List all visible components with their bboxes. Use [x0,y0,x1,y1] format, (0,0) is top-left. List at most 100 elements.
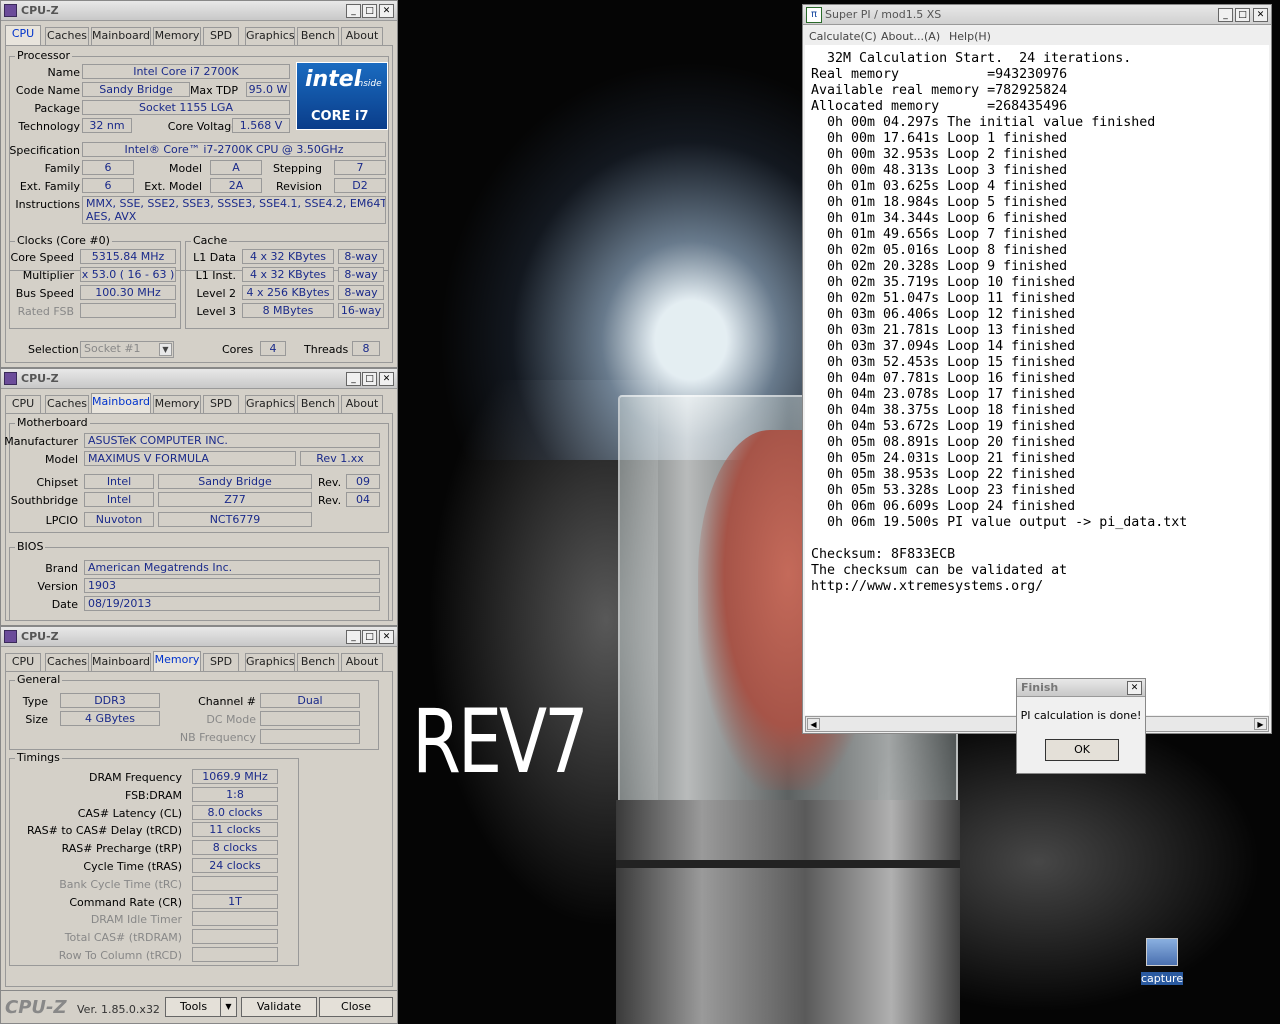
tab-caches[interactable]: Caches [45,27,89,45]
desktop-icon-capture[interactable]: capture [1141,938,1183,988]
tab-about[interactable]: About [341,653,383,671]
label: Cores [222,343,254,356]
output-line: http://www.xtremesystems.org/ [811,579,1044,594]
label: Revision [276,180,322,193]
tab-about[interactable]: About [341,395,383,413]
tab-graphics[interactable]: Graphics [245,653,295,671]
tab-spd[interactable]: SPD [203,395,239,413]
tools-button[interactable]: Tools ▼ [165,997,237,1017]
window-title: CPU-Z [21,372,59,385]
minimize-icon[interactable]: _ [346,4,361,18]
tab-mainboard[interactable]: Mainboard [91,653,151,671]
menu-help[interactable]: Help(H) [949,30,991,43]
maximize-icon[interactable]: □ [362,630,377,644]
timing-value [192,911,278,927]
level3-way: 16-way [338,303,384,318]
window-title: Super PI / mod1.5 XS [825,8,942,21]
title-bar[interactable]: CPU-Z _ □ ✕ [1,627,397,647]
cpuz-logo: CPU-Z [5,997,67,1018]
cores-value: 4 [260,341,286,356]
minimize-icon[interactable]: _ [346,372,361,386]
wallpaper-cylinder [616,800,960,1024]
minimize-icon[interactable]: _ [346,630,361,644]
timing-value: 24 clocks [192,858,278,873]
core-speed-value: 5315.84 MHz [80,249,176,264]
title-bar[interactable]: CPU-Z _ □ ✕ [1,369,397,389]
tab-cpu[interactable]: CPU [5,395,41,413]
timing-label: DRAM Idle Timer [90,913,182,927]
maximize-icon[interactable]: □ [1235,8,1250,22]
group-title: BIOS [15,540,46,553]
output-line: 0h 06m 19.500s PI value output -> pi_dat… [811,515,1188,530]
multiplier-value: x 53.0 ( 16 - 63 ) [80,267,176,282]
core-i7-text: CORE i7 [311,109,369,124]
tab-bench[interactable]: Bench [297,27,339,45]
chevron-down-icon[interactable]: ▼ [220,998,236,1016]
close-icon[interactable]: ✕ [1127,681,1142,695]
tab-bench[interactable]: Bench [297,395,339,413]
menu-about[interactable]: About...(A) [881,30,940,43]
ok-button[interactable]: OK [1045,739,1119,761]
bus-speed-value: 100.30 MHz [80,285,176,300]
tab-memory[interactable]: Memory [153,651,201,672]
tab-memory[interactable]: Memory [153,27,201,45]
max-tdp-value: 95.0 W [246,82,290,97]
tab-graphics[interactable]: Graphics [245,27,295,45]
title-bar[interactable]: CPU-Z _ □ ✕ [1,1,397,21]
level3-value: 8 MBytes [242,303,334,318]
cpuz-cpu-window: CPU-Z _ □ ✕ CPU Caches Mainboard Memory … [0,0,398,368]
tab-mainboard[interactable]: Mainboard [91,393,151,414]
specification-value: Intel® Core™ i7-2700K CPU @ 3.50GHz [82,142,386,157]
cpuz-app-icon [4,372,17,385]
chevron-down-icon[interactable]: ▼ [159,343,172,356]
maximize-icon[interactable]: □ [362,372,377,386]
tab-graphics[interactable]: Graphics [245,395,295,413]
close-icon[interactable]: ✕ [379,630,394,644]
label: L1 Inst. [195,269,236,282]
label: Manufacturer [4,435,78,448]
motherboard-group: Motherboard Manufacturer ASUSTeK COMPUTE… [4,416,389,533]
memory-panel: General Type DDR3 Channel # Dual Size 4 … [5,671,393,987]
label: Stepping [272,162,322,175]
tab-bench[interactable]: Bench [297,653,339,671]
l1-data-value: 4 x 32 KBytes [242,249,334,264]
timing-value: 1T [192,893,278,909]
tab-about[interactable]: About [341,27,383,45]
tab-cpu[interactable]: CPU [5,25,41,46]
close-icon[interactable]: ✕ [1253,8,1268,22]
group-title: Processor [15,49,72,62]
timing-label: Total CAS# (tRDRAM) [64,931,182,945]
title-bar[interactable]: Finish ✕ [1017,679,1145,697]
tab-caches[interactable]: Caches [45,653,89,671]
timing-value [192,875,278,891]
output-line: 0h 05m 08.891s Loop 20 finished [811,435,1076,450]
validate-button[interactable]: Validate [241,997,317,1017]
timing-value: 1069.9 MHz [192,769,278,784]
superpi-output[interactable]: 32M Calculation Start. 24 iterations. Rea… [805,45,1269,715]
maximize-icon[interactable]: □ [362,4,377,18]
tab-spd[interactable]: SPD [203,653,239,671]
superpi-app-icon: π [806,7,822,23]
output-line: 0h 04m 53.672s Loop 19 finished [811,419,1076,434]
minimize-icon[interactable]: _ [1218,8,1233,22]
tab-memory[interactable]: Memory [153,395,201,413]
title-bar[interactable]: π Super PI / mod1.5 XS _ □ ✕ [803,5,1271,25]
close-icon[interactable]: ✕ [379,4,394,18]
label: Selection [28,343,79,356]
scroll-right-icon[interactable]: ▶ [1254,718,1267,730]
tab-mainboard[interactable]: Mainboard [91,27,151,45]
timing-label: Bank Cycle Time (tRC) [59,877,182,891]
socket-select[interactable]: Socket #1 ▼ [80,341,174,358]
l1-data-way: 8-way [338,249,384,264]
scroll-left-icon[interactable]: ◀ [807,718,820,730]
close-button[interactable]: Close [319,997,393,1017]
tab-caches[interactable]: Caches [45,395,89,413]
tab-spd[interactable]: SPD [203,27,239,45]
menu-calculate[interactable]: Calculate(C) [809,30,877,43]
southbridge-rev-value: 04 [346,492,380,507]
bios-brand-value: American Megatrends Inc. [84,560,380,575]
close-icon[interactable]: ✕ [379,372,394,386]
output-line: 0h 05m 24.031s Loop 21 finished [811,451,1076,466]
cpuz-memory-window: CPU-Z _ □ ✕ CPU Caches Mainboard Memory … [0,626,398,992]
tab-cpu[interactable]: CPU [5,653,41,671]
